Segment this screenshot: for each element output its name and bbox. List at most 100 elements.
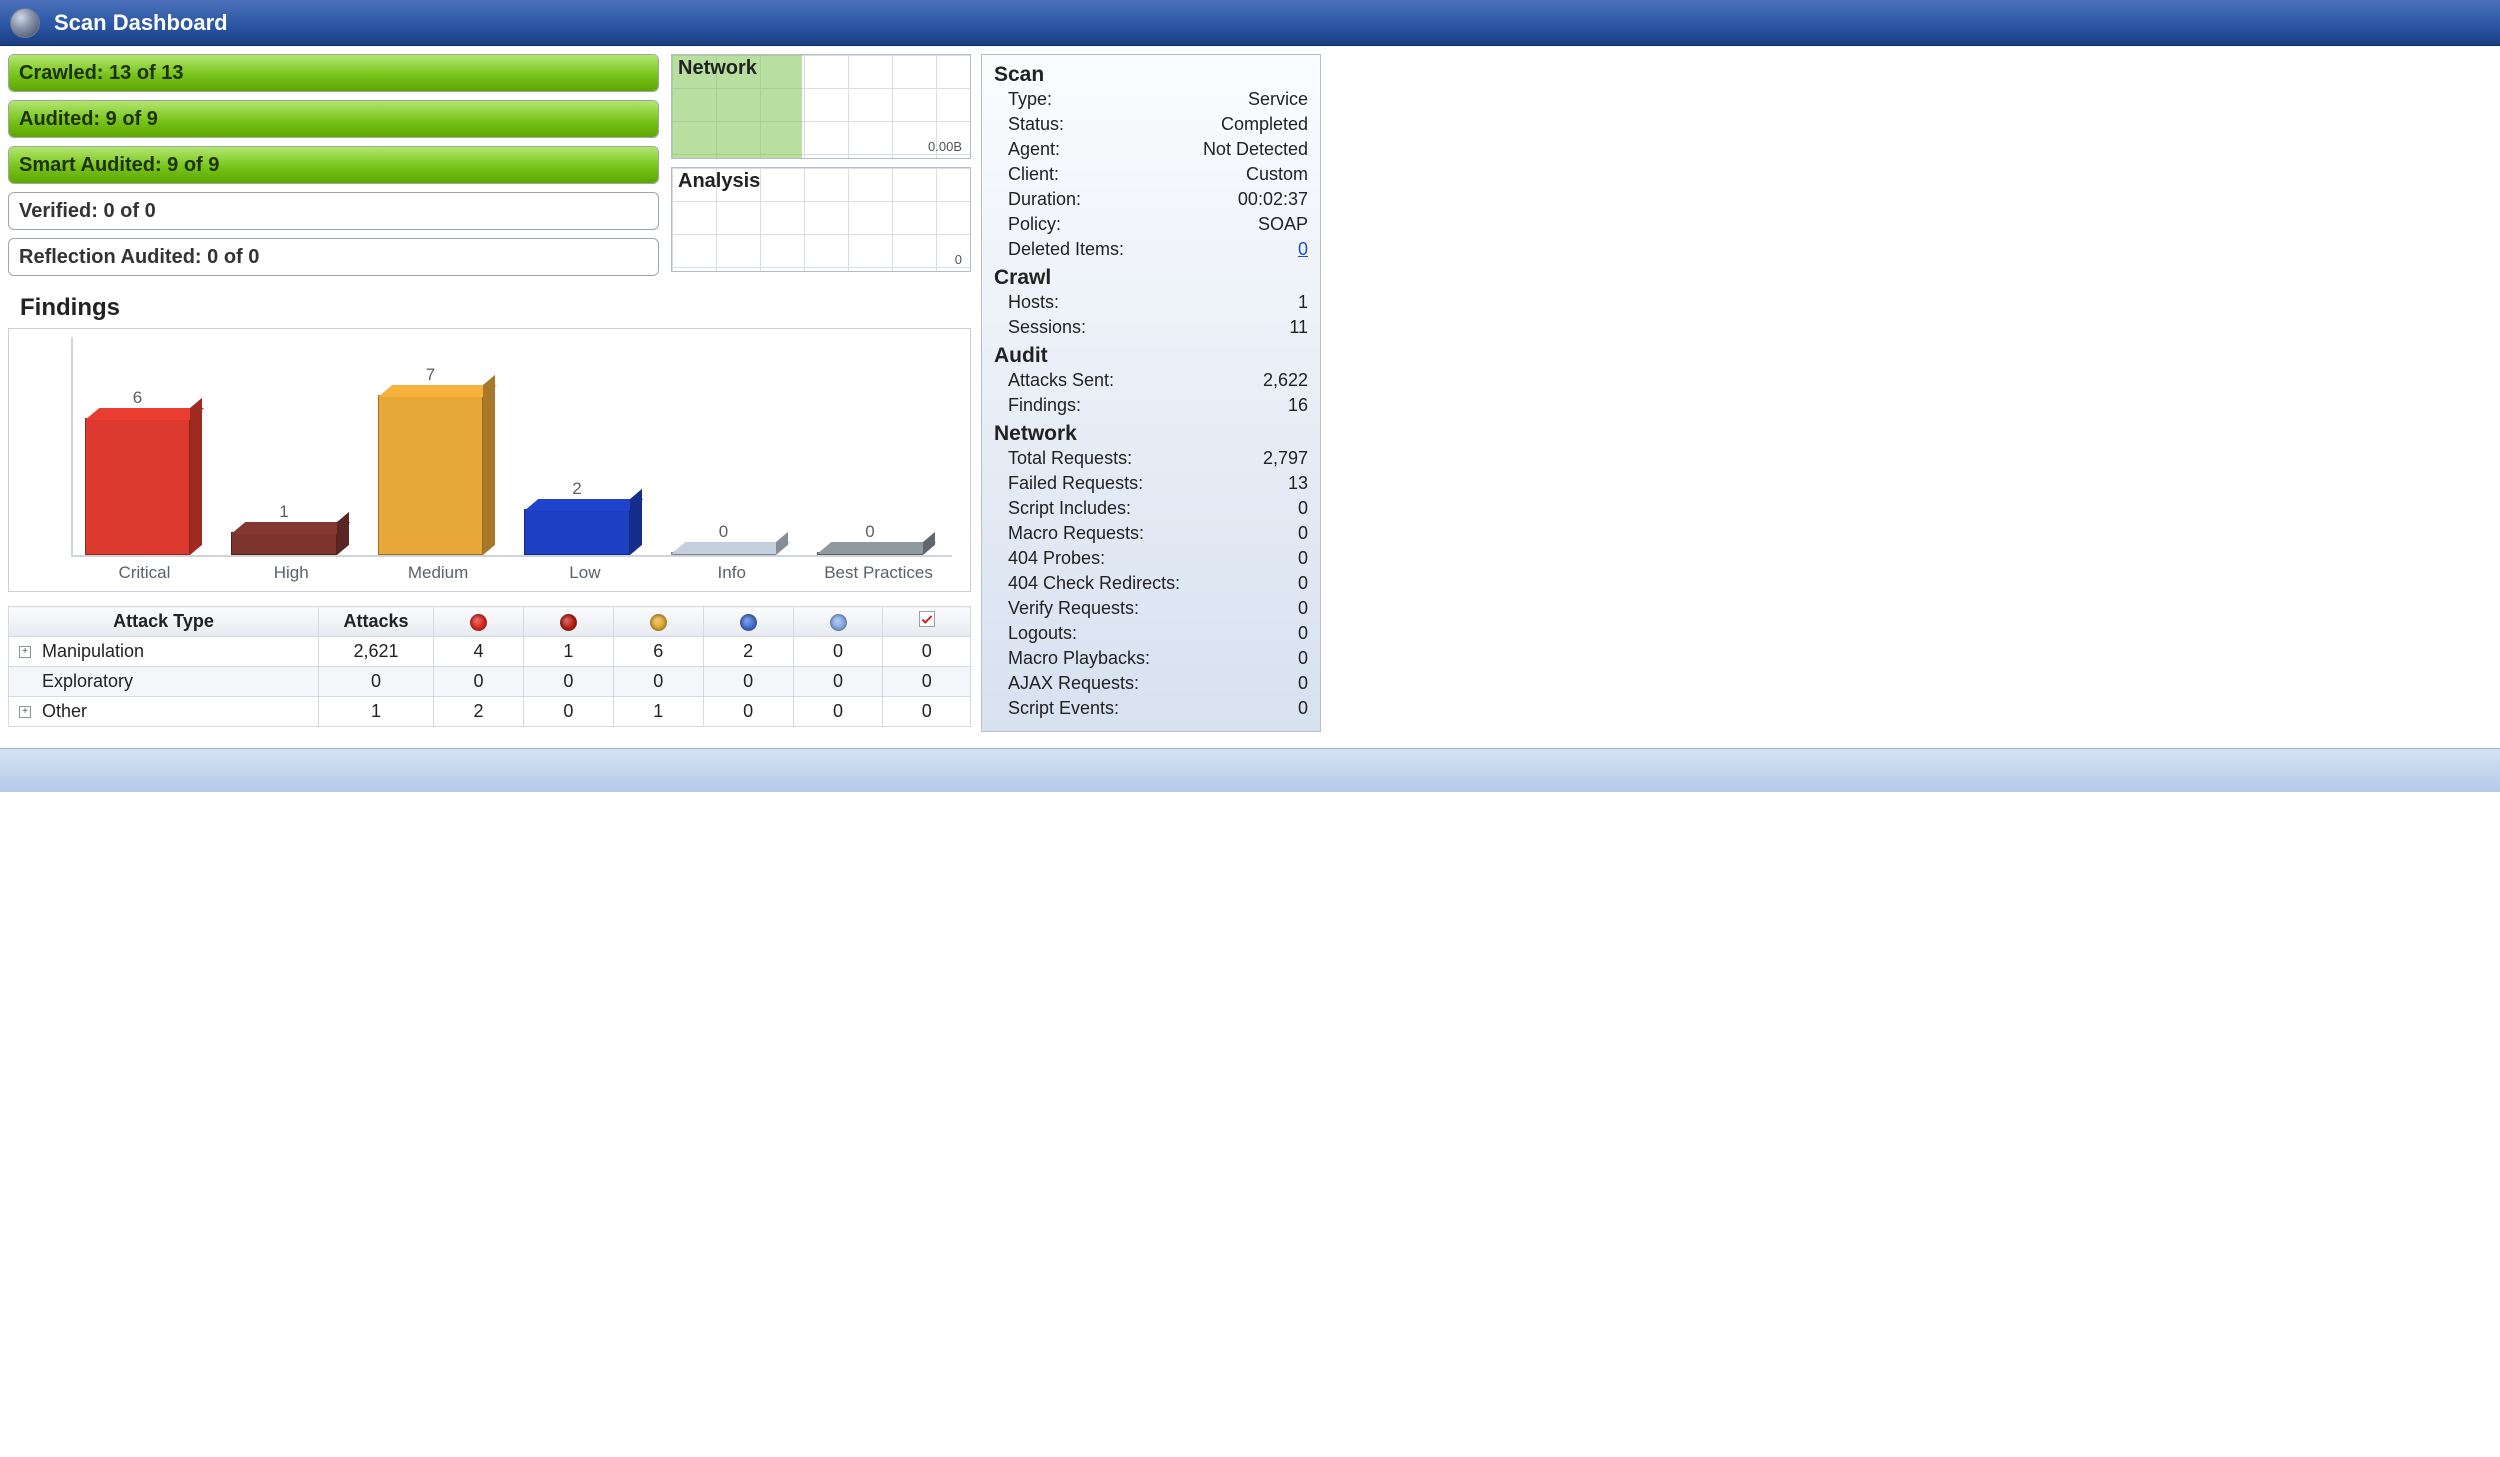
medium-icon — [650, 614, 667, 631]
expand-icon[interactable]: + — [19, 706, 31, 718]
scan-client-value: Custom — [1246, 164, 1308, 185]
low-icon — [740, 614, 757, 631]
col-attacks[interactable]: Attacks — [319, 607, 434, 637]
crawl-sessions-value: 11 — [1289, 317, 1308, 338]
findings-panel: Findings 617200 CriticalHighMediumLowInf… — [8, 294, 971, 592]
high-icon — [560, 614, 577, 631]
net-total-value: 2,797 — [1263, 448, 1308, 469]
net-play-label: Macro Playbacks: — [1008, 648, 1150, 669]
col-low-icon[interactable] — [703, 607, 793, 637]
scan-agent-label: Agent: — [1008, 139, 1060, 160]
bar-critical: 6 — [85, 418, 190, 555]
net-sevt-label: Script Events: — [1008, 698, 1119, 719]
crawl-hosts-value: 1 — [1298, 292, 1308, 313]
net-logout-label: Logouts: — [1008, 623, 1077, 644]
crawl-sessions-label: Sessions: — [1008, 317, 1086, 338]
progress-smart-audited-label: Smart Audited: 9 of 9 — [9, 147, 658, 183]
mini-analysis-note: 0 — [955, 252, 962, 267]
xlabel-low: Low — [511, 557, 658, 583]
progress-crawled-label: Crawled: 13 of 13 — [9, 55, 658, 91]
net-ajax-value: 0 — [1298, 673, 1308, 694]
net-c404-label: 404 Check Redirects: — [1008, 573, 1180, 594]
scan-status-label: Status: — [1008, 114, 1064, 135]
scan-type-value: Service — [1248, 89, 1308, 110]
progress-smart-audited: Smart Audited: 9 of 9 — [8, 146, 659, 184]
progress-crawled: Crawled: 13 of 13 — [8, 54, 659, 92]
section-network: Network — [994, 422, 1308, 446]
audit-sent-value: 2,622 — [1263, 370, 1308, 391]
net-ajax-label: AJAX Requests: — [1008, 673, 1139, 694]
progress-verified: Verified: 0 of 0 — [8, 192, 659, 230]
section-audit: Audit — [994, 344, 1308, 368]
findings-title: Findings — [20, 294, 971, 322]
scan-policy-value: SOAP — [1258, 214, 1308, 235]
table-row[interactable]: Exploratory0000000 — [9, 667, 971, 697]
audit-sent-label: Attacks Sent: — [1008, 370, 1114, 391]
attack-table-header: Attack Type Attacks — [9, 607, 971, 637]
net-sevt-value: 0 — [1298, 698, 1308, 719]
page-title: Scan Dashboard — [54, 10, 228, 36]
net-p404-label: 404 Probes: — [1008, 548, 1105, 569]
scan-deleted-label: Deleted Items: — [1008, 239, 1124, 260]
scan-status-value: Completed — [1221, 114, 1308, 135]
net-play-value: 0 — [1298, 648, 1308, 669]
scan-deleted-value[interactable]: 0 — [1298, 239, 1308, 260]
col-attack-type[interactable]: Attack Type — [9, 607, 319, 637]
info-icon — [830, 614, 847, 631]
progress-verified-label: Verified: 0 of 0 — [9, 193, 658, 229]
app-icon — [10, 8, 40, 38]
table-row[interactable]: + Other1201000 — [9, 697, 971, 727]
table-row[interactable]: + Manipulation2,621416200 — [9, 637, 971, 667]
xlabel-critical: Critical — [71, 557, 218, 583]
scan-agent-value: Not Detected — [1203, 139, 1308, 160]
mini-network-panel: Network 0.00B — [671, 54, 971, 159]
bar-best-practices: 0 — [817, 552, 922, 555]
net-scriptinc-label: Script Includes: — [1008, 498, 1131, 519]
net-macro-value: 0 — [1298, 523, 1308, 544]
net-p404-value: 0 — [1298, 548, 1308, 569]
net-verify-value: 0 — [1298, 598, 1308, 619]
bar-low: 2 — [524, 509, 629, 555]
col-medium-icon[interactable] — [613, 607, 703, 637]
section-crawl: Crawl — [994, 266, 1308, 290]
net-logout-value: 0 — [1298, 623, 1308, 644]
net-failed-value: 13 — [1288, 473, 1308, 494]
scan-type-label: Type: — [1008, 89, 1052, 110]
info-panel: Scan Type: Service Status: Completed Agent… — [981, 54, 1321, 732]
mini-analysis-panel: Analysis 0 — [671, 167, 971, 272]
col-bp-icon[interactable] — [883, 607, 971, 637]
audit-findings-label: Findings: — [1008, 395, 1081, 416]
section-scan: Scan — [994, 63, 1308, 87]
critical-icon — [470, 614, 487, 631]
col-info-icon[interactable] — [793, 607, 883, 637]
net-verify-label: Verify Requests: — [1008, 598, 1139, 619]
net-scriptinc-value: 0 — [1298, 498, 1308, 519]
scan-duration-label: Duration: — [1008, 189, 1081, 210]
xlabel-best-practices: Best Practices — [805, 557, 952, 583]
footer-bar — [0, 748, 2500, 792]
progress-reflection-audited-label: Reflection Audited: 0 of 0 — [9, 239, 658, 275]
findings-chart: 617200 CriticalHighMediumLowInfoBest Pra… — [8, 328, 971, 592]
progress-reflection-audited: Reflection Audited: 0 of 0 — [8, 238, 659, 276]
scan-client-label: Client: — [1008, 164, 1059, 185]
progress-audited: Audited: 9 of 9 — [8, 100, 659, 138]
net-macro-label: Macro Requests: — [1008, 523, 1144, 544]
net-c404-value: 0 — [1298, 573, 1308, 594]
xlabel-info: Info — [658, 557, 805, 583]
crawl-hosts-label: Hosts: — [1008, 292, 1059, 313]
mini-network-note: 0.00B — [928, 139, 962, 154]
xlabel-medium: Medium — [365, 557, 512, 583]
expand-icon[interactable]: + — [19, 646, 31, 658]
net-total-label: Total Requests: — [1008, 448, 1132, 469]
col-critical-icon[interactable] — [434, 607, 524, 637]
progress-audited-label: Audited: 9 of 9 — [9, 101, 658, 137]
scan-policy-label: Policy: — [1008, 214, 1061, 235]
col-high-icon[interactable] — [523, 607, 613, 637]
scan-duration-value: 00:02:37 — [1238, 189, 1308, 210]
audit-findings-value: 16 — [1288, 395, 1308, 416]
bar-info: 0 — [671, 552, 776, 555]
attack-table: Attack Type Attacks + Manipulation2,6214… — [8, 606, 971, 727]
bar-medium: 7 — [378, 395, 483, 555]
net-failed-label: Failed Requests: — [1008, 473, 1143, 494]
bar-high: 1 — [231, 532, 336, 555]
